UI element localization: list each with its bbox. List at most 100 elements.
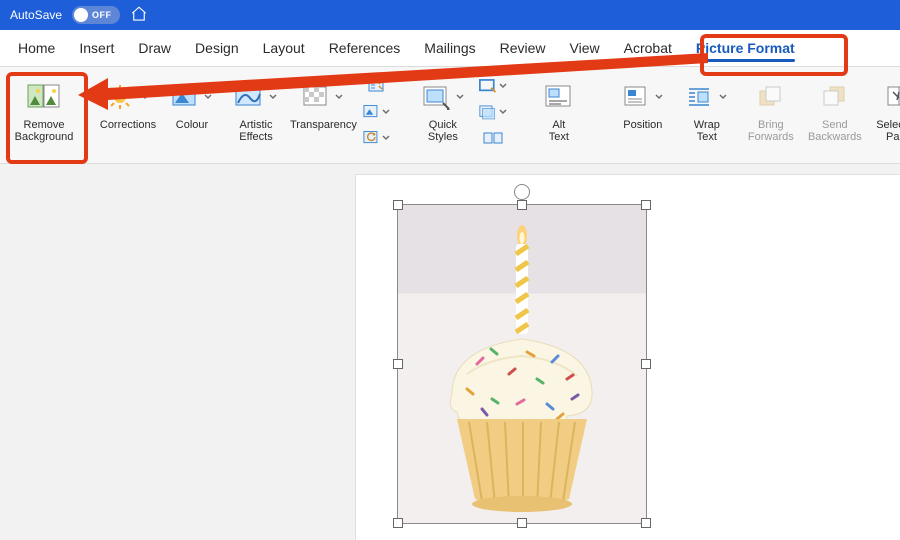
tab-references[interactable]: References: [317, 30, 413, 66]
colour-button[interactable]: Colour: [160, 75, 224, 133]
bring-forwards-label: Bring Forwards: [748, 119, 794, 143]
resize-handle-tl[interactable]: [393, 200, 403, 210]
position-label: Position: [623, 119, 662, 131]
border-icon: [479, 78, 496, 94]
resize-handle-br[interactable]: [641, 518, 651, 528]
chevron-down-icon: [203, 92, 213, 102]
send-backwards-label: Send Backwards: [808, 119, 862, 143]
compress-icon: [368, 78, 386, 94]
transparency-icon: [302, 77, 344, 117]
ribbon: Remove Background Corrections: [0, 67, 900, 164]
transparency-button[interactable]: Transparency: [288, 75, 359, 133]
tab-label: Draw: [138, 40, 171, 56]
picture-effects-button[interactable]: [479, 101, 507, 123]
resize-handle-lm[interactable]: [393, 359, 403, 369]
chevron-down-icon: [498, 81, 507, 91]
artistic-effects-label: Artistic Effects: [239, 119, 272, 143]
corrections-label: Corrections: [100, 119, 156, 131]
remove-background-icon: [27, 77, 61, 117]
colour-label: Colour: [176, 119, 208, 131]
tab-label: Mailings: [424, 40, 475, 56]
chevron-down-icon: [718, 92, 728, 102]
tab-insert[interactable]: Insert: [67, 30, 126, 66]
document-canvas[interactable]: [0, 164, 900, 540]
tab-acrobat[interactable]: Acrobat: [612, 30, 684, 66]
chevron-down-icon: [334, 92, 344, 102]
send-backwards-icon: [821, 77, 849, 117]
change-picture-button[interactable]: [363, 101, 391, 123]
resize-handle-tm[interactable]: [517, 200, 527, 210]
tab-label: View: [570, 40, 600, 56]
title-bar: AutoSave OFF: [0, 0, 900, 30]
change-picture-icon: [363, 104, 380, 120]
rotate-handle[interactable]: [514, 184, 530, 200]
position-button[interactable]: Position: [611, 75, 675, 133]
chevron-down-icon: [382, 107, 391, 117]
tab-label: Home: [18, 40, 55, 56]
tab-mailings[interactable]: Mailings: [412, 30, 487, 66]
artistic-effects-button[interactable]: Artistic Effects: [224, 75, 288, 145]
artistic-effects-icon: [234, 77, 278, 117]
quick-styles-label: Quick Styles: [428, 119, 458, 143]
wrap-text-button[interactable]: Wrap Text: [675, 75, 739, 145]
alt-text-label: Alt Text: [549, 119, 569, 143]
tab-label: Layout: [263, 40, 305, 56]
selection-border: [397, 204, 647, 524]
wrap-text-label: Wrap Text: [694, 119, 720, 143]
chevron-down-icon: [382, 133, 391, 143]
autosave-knob: [74, 8, 88, 22]
reset-icon: [363, 130, 380, 146]
layout-icon: [483, 130, 503, 146]
reset-picture-button[interactable]: [363, 127, 391, 149]
tab-label: Acrobat: [624, 40, 672, 56]
selected-picture[interactable]: [397, 204, 647, 524]
chevron-down-icon: [654, 92, 664, 102]
transparency-label: Transparency: [290, 119, 357, 131]
tab-review[interactable]: Review: [488, 30, 558, 66]
chevron-down-icon: [268, 92, 278, 102]
picture-layout-button[interactable]: [479, 127, 507, 149]
tab-label: Design: [195, 40, 239, 56]
remove-background-label: Remove Background: [15, 119, 74, 143]
selection-pane-button[interactable]: Selection Pane: [867, 75, 900, 145]
resize-handle-bl[interactable]: [393, 518, 403, 528]
compress-pictures-button[interactable]: [363, 75, 391, 97]
tab-label: References: [329, 40, 401, 56]
corrections-button[interactable]: Corrections: [96, 75, 160, 133]
tab-picture-format[interactable]: Picture Format: [684, 30, 807, 66]
bring-forwards-button[interactable]: Bring Forwards: [739, 75, 803, 145]
effects-icon: [479, 104, 496, 120]
position-icon: [622, 77, 664, 117]
alt-text-button[interactable]: Alt Text: [527, 75, 591, 145]
resize-handle-tr[interactable]: [641, 200, 651, 210]
tab-draw[interactable]: Draw: [126, 30, 183, 66]
tab-label: Picture Format: [696, 40, 795, 56]
tab-label: Insert: [79, 40, 114, 56]
chevron-down-icon: [455, 92, 465, 102]
picture-border-button[interactable]: [479, 75, 507, 97]
home-icon[interactable]: [130, 5, 148, 26]
tab-view[interactable]: View: [558, 30, 612, 66]
chevron-down-icon: [498, 107, 507, 117]
autosave-label: AutoSave: [10, 8, 62, 22]
autosave-toggle[interactable]: OFF: [72, 6, 120, 24]
remove-background-button[interactable]: Remove Background: [12, 75, 76, 145]
corrections-icon: [106, 77, 150, 117]
tab-home[interactable]: Home: [6, 30, 67, 66]
send-backwards-button[interactable]: Send Backwards: [803, 75, 867, 145]
alt-text-icon: [544, 77, 574, 117]
selection-pane-icon: [885, 77, 900, 117]
resize-handle-rm[interactable]: [641, 359, 651, 369]
quick-styles-button[interactable]: Quick Styles: [411, 75, 475, 145]
autosave-state: OFF: [88, 10, 118, 20]
tab-layout[interactable]: Layout: [251, 30, 317, 66]
bring-forwards-icon: [757, 77, 785, 117]
tab-design[interactable]: Design: [183, 30, 251, 66]
selection-pane-label: Selection Pane: [876, 119, 900, 143]
wrap-text-icon: [686, 77, 728, 117]
colour-icon: [171, 77, 213, 117]
tab-label: Review: [500, 40, 546, 56]
tab-bar: Home Insert Draw Design Layout Reference…: [0, 30, 900, 67]
resize-handle-bm[interactable]: [517, 518, 527, 528]
quick-styles-icon: [421, 77, 465, 117]
